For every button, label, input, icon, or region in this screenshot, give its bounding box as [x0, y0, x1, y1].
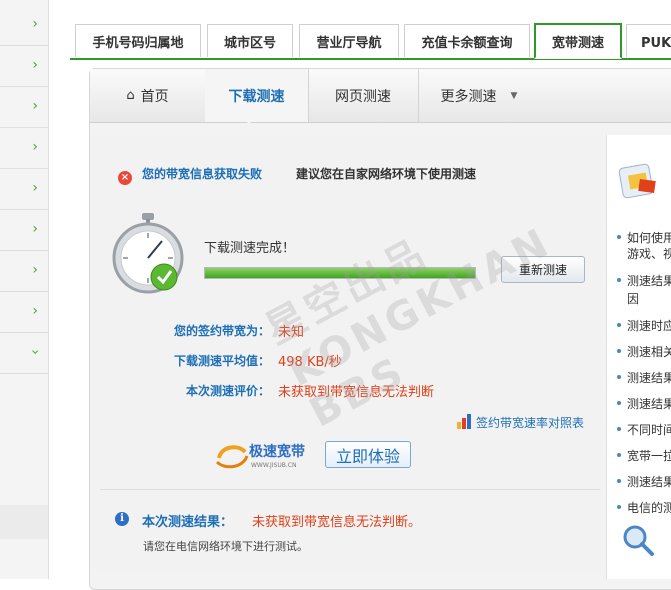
progress-fill — [205, 268, 475, 278]
help-item[interactable]: 测速时应 — [627, 317, 671, 334]
tab-recharge-query[interactable]: 充值卡余额查询 — [404, 24, 530, 57]
status-fail-text: 您的带宽信息获取失败 — [142, 167, 263, 181]
chevron-right-icon: › — [32, 139, 38, 155]
left-sidebar: › › › › › › › › › — [0, 0, 49, 579]
stopwatch-icon — [112, 213, 184, 294]
tab-puk[interactable]: PUK码 — [626, 24, 671, 57]
help-item[interactable]: 不同时间 — [627, 421, 671, 438]
chevron-right-icon: › — [32, 180, 38, 196]
bar-chart-icon — [457, 414, 471, 429]
list-bullet — [617, 323, 621, 327]
status-advice-text: 建议您在自家网络环境下使用测速 — [296, 167, 477, 181]
sidebar-row[interactable]: › — [0, 168, 48, 210]
help-item[interactable]: 因 — [627, 290, 639, 307]
tab-area-code[interactable]: 城市区号 — [207, 24, 293, 57]
sidebar-row[interactable]: › — [0, 250, 48, 292]
sidebar-row[interactable]: › — [0, 209, 48, 251]
help-item[interactable]: 游戏、视 — [627, 245, 671, 262]
compare-table-link[interactable]: 签约带宽速率对照表 — [476, 414, 584, 431]
sidebar-row[interactable]: › — [0, 332, 48, 374]
logo-text: 极速宽带 — [249, 443, 305, 460]
chevron-right-icon: › — [32, 303, 38, 319]
help-item[interactable]: 宽带一拉 — [627, 447, 671, 464]
list-bullet — [617, 278, 621, 282]
sidebar-row[interactable]: › — [0, 86, 48, 128]
chevron-right-icon: › — [32, 221, 38, 237]
list-bullet — [617, 479, 621, 483]
logo-subtext: WWW.JISUB.CN — [251, 462, 296, 469]
tab-broadband-speed[interactable]: 宽带测速 — [534, 23, 622, 59]
caret-down-icon: ▼ — [510, 90, 518, 101]
summary-label: 本次测速结果： — [142, 515, 234, 530]
speed-progress-bar — [204, 267, 476, 279]
speed-test-content — [93, 135, 603, 570]
average-speed-value: 498 KB/秒 — [278, 355, 342, 370]
sub-nav: ⌂ 首页 下载测速 网页测速 更多测速 ▼ — [90, 69, 671, 123]
tab-phone-location[interactable]: 手机号码归属地 — [75, 24, 201, 57]
help-item[interactable]: 测速结果 — [627, 473, 671, 490]
try-now-button[interactable]: 立即体验 — [325, 441, 411, 468]
list-bullet — [617, 401, 621, 405]
carrier-tab-bar: 手机号码归属地 城市区号 营业厅导航 充值卡余额查询 宽带测速 PUK码 — [70, 23, 671, 60]
retest-button[interactable]: 重新测速 — [501, 256, 585, 283]
home-icon: ⌂ — [126, 88, 135, 103]
list-bullet — [617, 427, 621, 431]
error-icon: × — [118, 171, 132, 185]
magnifier-icon — [623, 525, 654, 556]
info-icon: i — [115, 512, 129, 526]
list-bullet — [617, 453, 621, 457]
list-bullet — [617, 375, 621, 379]
chevron-down-icon: › — [27, 349, 44, 355]
help-item[interactable]: 测速结果 — [627, 272, 671, 289]
summary-hint: 请您在电信网络环境下进行测试。 — [143, 540, 308, 553]
chevron-right-icon: › — [32, 57, 38, 73]
help-item[interactable]: 测速结果 — [627, 395, 671, 412]
list-bullet — [617, 235, 621, 239]
help-item[interactable]: 如何使用 — [627, 229, 671, 246]
sidebar-row[interactable]: › — [0, 4, 48, 46]
nav-home-label: 首页 — [140, 88, 169, 105]
chevron-right-icon: › — [32, 262, 38, 278]
list-bullet — [617, 349, 621, 353]
sidebar-row[interactable]: › — [0, 291, 48, 333]
help-item[interactable]: 测速结果 — [627, 369, 671, 386]
help-book-icon — [618, 163, 656, 199]
tab-office-nav[interactable]: 营业厅导航 — [299, 24, 399, 57]
average-speed-label: 下载测速平均值： — [174, 354, 271, 368]
help-item[interactable]: 测速相关 — [627, 343, 671, 360]
evaluation-value: 未获取到带宽信息无法判断 — [278, 385, 435, 400]
active-nav-pointer — [240, 115, 258, 124]
summary-value: 未获取到带宽信息无法判断。 — [252, 515, 422, 530]
nav-more-label: 更多测速 — [440, 88, 497, 105]
list-bullet — [617, 505, 621, 509]
sidebar-row[interactable]: › — [0, 45, 48, 87]
nav-more-speed[interactable]: 更多测速 ▼ — [418, 69, 540, 122]
nav-home[interactable]: ⌂ 首页 — [90, 69, 206, 122]
jisu-broadband-logo: 极速宽带 WWW.JISUB.CN — [215, 443, 305, 469]
bandwidth-label: 您的签约带宽为： — [174, 324, 271, 338]
sidebar-row[interactable]: › — [0, 127, 48, 169]
help-item[interactable]: 电信的测 — [627, 499, 671, 516]
bandwidth-value: 未知 — [278, 325, 305, 340]
nav-web-speed[interactable]: 网页测速 — [308, 69, 419, 122]
test-complete-text: 下载测速完成！ — [204, 241, 296, 256]
evaluation-label: 本次测速评价： — [186, 384, 271, 398]
chevron-right-icon: › — [32, 16, 38, 32]
sidebar-band — [0, 505, 48, 539]
chevron-right-icon: › — [32, 98, 38, 114]
content-divider — [100, 489, 600, 490]
